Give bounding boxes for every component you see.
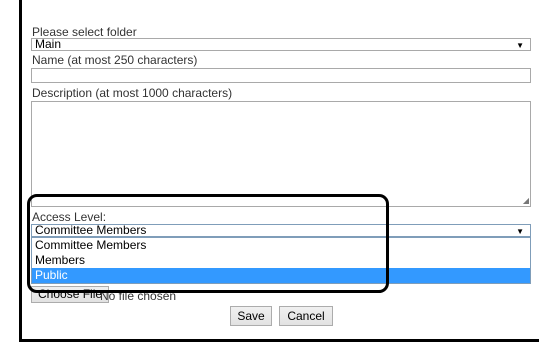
chevron-down-icon: ▼ [516,227,524,236]
access-option-public[interactable]: Public [32,268,530,283]
access-level-label: Access Level: [32,210,107,224]
file-status-text: No file chosen [100,289,177,303]
chevron-down-icon: ▼ [516,41,524,50]
access-option-committee-members[interactable]: Committee Members [32,238,530,253]
name-label: Name (at most 250 characters) [32,53,198,67]
choose-file-button[interactable]: Choose File [31,286,110,303]
folder-select-value: Main [35,37,62,51]
cancel-button[interactable]: Cancel [279,306,333,326]
save-button[interactable]: Save [230,306,272,326]
access-level-dropdown: Committee Members Members Public [31,237,531,284]
access-level-select-value: Committee Members [35,223,147,237]
name-input[interactable] [31,68,531,83]
access-level-select[interactable]: Committee Members ▼ [31,224,531,237]
access-option-members[interactable]: Members [32,253,530,268]
description-textarea[interactable]: ◢ [31,101,531,207]
description-label: Description (at most 1000 characters) [32,86,233,100]
folder-select[interactable]: Main ▼ [31,38,531,51]
resize-grip-icon[interactable]: ◢ [523,197,529,205]
